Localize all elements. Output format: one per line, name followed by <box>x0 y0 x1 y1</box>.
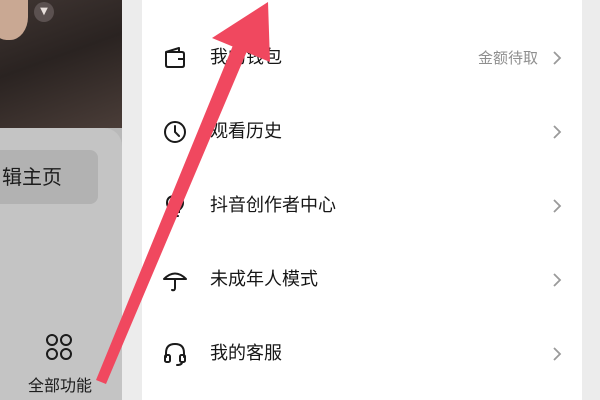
menu-item-minor-mode[interactable]: 未成年人模式 <box>142 243 582 317</box>
chevron-right-icon <box>553 347 562 361</box>
menu-panel: 我的钱包 金额待取 观看历史 抖音创作者中心 未成年人模式 我的客服 <box>122 0 600 400</box>
chevron-right-icon <box>553 273 562 287</box>
menu-item-label: 我的钱包 <box>210 47 282 68</box>
chevron-right-icon <box>553 125 562 139</box>
menu-card: 我的钱包 金额待取 观看历史 抖音创作者中心 未成年人模式 我的客服 <box>142 0 582 400</box>
menu-item-watch-history[interactable]: 观看历史 <box>142 95 582 169</box>
headset-icon <box>164 342 186 366</box>
profile-background-photo: ▼ <box>0 0 122 128</box>
wallet-icon <box>165 47 185 68</box>
menu-item-customer-service[interactable]: 我的客服 <box>142 317 582 391</box>
all-functions-label[interactable]: 全部功能 <box>18 372 102 396</box>
menu-item-wallet[interactable]: 我的钱包 金额待取 <box>142 21 582 95</box>
lightbulb-icon <box>165 194 185 217</box>
grid-icon[interactable] <box>44 332 74 362</box>
profile-side-panel: ▼ 辑主页 全部功能 <box>0 0 122 400</box>
menu-item-label: 我的客服 <box>210 343 282 364</box>
menu-item-label: 观看历史 <box>210 121 282 142</box>
chevron-right-icon <box>553 199 562 213</box>
chevron-right-icon <box>553 51 562 65</box>
menu-item-label: 未成年人模式 <box>210 269 318 290</box>
umbrella-icon <box>163 272 187 292</box>
clock-icon <box>164 121 186 143</box>
menu-item-creator-center[interactable]: 抖音创作者中心 <box>142 169 582 243</box>
edit-home-label: 辑主页 <box>2 165 62 189</box>
profile-photo-face <box>0 0 28 40</box>
menu-item-label: 抖音创作者中心 <box>210 195 336 216</box>
edit-home-button[interactable]: 辑主页 <box>0 150 98 204</box>
chevron-down-icon[interactable]: ▼ <box>34 2 54 22</box>
menu-item-hint: 金额待取 <box>477 49 538 67</box>
